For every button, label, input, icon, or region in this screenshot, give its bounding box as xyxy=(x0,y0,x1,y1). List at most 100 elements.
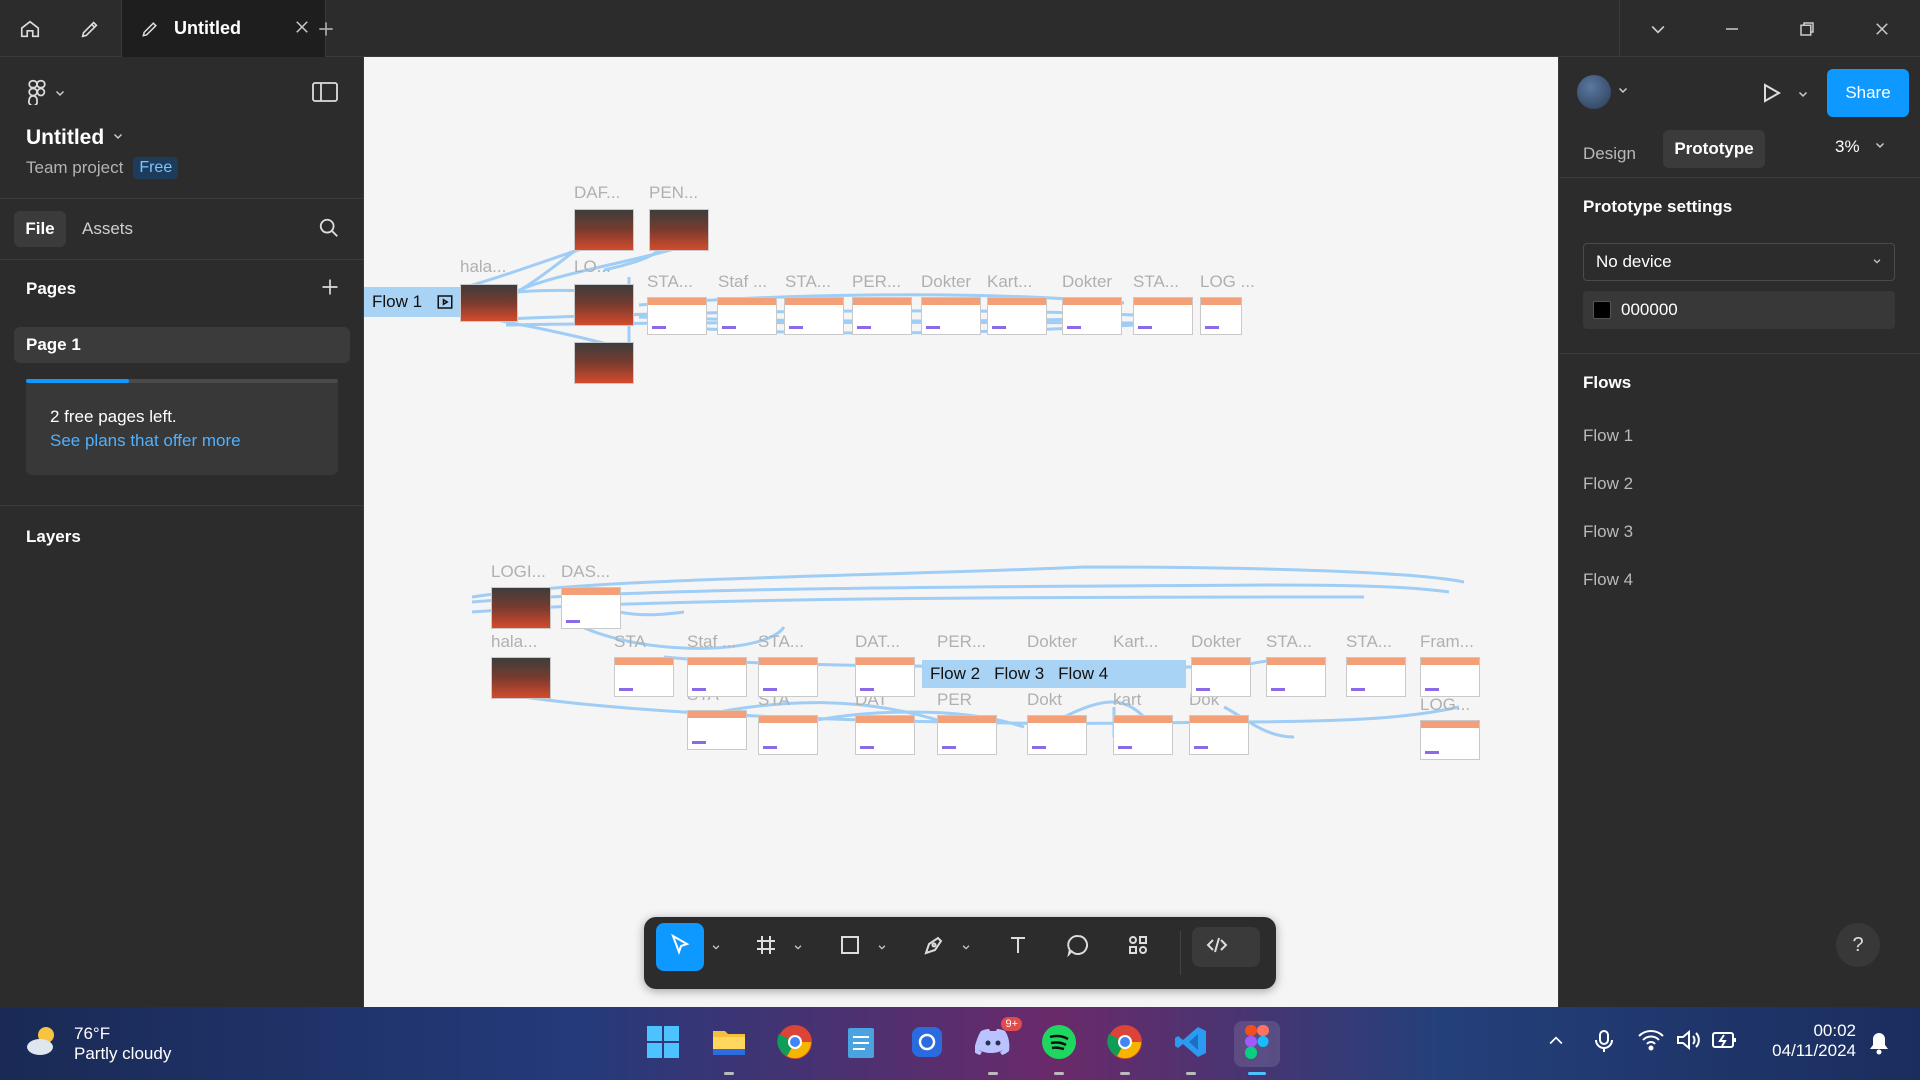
frame-thumbnail[interactable] xyxy=(987,297,1047,335)
comment-tool-button[interactable] xyxy=(1056,923,1100,971)
tab-file[interactable]: File xyxy=(14,211,66,247)
file-title-menu[interactable]: Untitled xyxy=(26,126,124,150)
dev-mode-toggle[interactable] xyxy=(1192,927,1260,967)
frame-thumbnail[interactable] xyxy=(1133,297,1193,335)
frame-thumbnail[interactable] xyxy=(1200,297,1242,335)
frame-thumbnail[interactable] xyxy=(1189,715,1249,755)
frame-thumbnail[interactable] xyxy=(687,710,747,750)
frame-thumbnail[interactable] xyxy=(784,297,844,335)
frame-thumbnail[interactable] xyxy=(937,715,997,755)
share-button[interactable]: Share xyxy=(1827,69,1909,117)
frame-thumbnail[interactable] xyxy=(1062,297,1122,335)
plan-badge[interactable]: Free xyxy=(133,157,179,179)
background-hex[interactable]: 000000 xyxy=(1621,300,1678,320)
notification-bell-icon[interactable] xyxy=(1868,1031,1890,1060)
frame-thumbnail[interactable] xyxy=(561,587,621,629)
frame-thumbnail[interactable] xyxy=(921,297,981,335)
flow-tag-3[interactable]: Flow 3 xyxy=(994,664,1044,684)
frame-thumbnail[interactable] xyxy=(717,297,777,335)
system-clock[interactable]: 00:02 04/11/2024 xyxy=(1756,1021,1856,1061)
chrome-app[interactable] xyxy=(772,1021,818,1067)
frame-thumbnail[interactable] xyxy=(855,657,915,697)
minimize-icon[interactable] xyxy=(1712,0,1752,57)
battery-charging-icon[interactable] xyxy=(1712,1031,1738,1054)
frame-thumbnail[interactable] xyxy=(1420,720,1480,760)
restore-window-icon[interactable] xyxy=(1787,0,1827,57)
chevron-down-icon[interactable] xyxy=(872,917,892,977)
spotify-app[interactable] xyxy=(1036,1021,1082,1075)
page-item-1[interactable]: Page 1 xyxy=(14,327,350,363)
move-tool-button[interactable] xyxy=(656,923,704,971)
tab-assets[interactable]: Assets xyxy=(82,211,133,247)
file-explorer-app[interactable] xyxy=(706,1021,752,1075)
volume-icon[interactable] xyxy=(1676,1029,1702,1056)
zoom-menu[interactable]: 3% xyxy=(1835,137,1886,157)
screen-capture-app[interactable] xyxy=(904,1021,950,1067)
weather-widget[interactable]: 76°F Partly cloudy xyxy=(24,1021,171,1066)
chrome-profile-app[interactable] xyxy=(1102,1021,1148,1075)
main-menu-button[interactable] xyxy=(26,79,66,110)
flow-tag-2[interactable]: Flow 2 xyxy=(930,664,980,684)
present-flow-icon[interactable] xyxy=(436,293,454,311)
pen-tool-button[interactable] xyxy=(912,923,956,971)
color-swatch[interactable] xyxy=(1593,301,1611,319)
flow-tag-1[interactable]: Flow 1 xyxy=(364,287,463,317)
wifi-icon[interactable] xyxy=(1638,1029,1664,1056)
frame-thumbnail[interactable] xyxy=(687,657,747,697)
frame-tool-button[interactable] xyxy=(744,923,788,971)
tab-prototype[interactable]: Prototype xyxy=(1663,130,1765,168)
chevron-down-icon[interactable] xyxy=(1797,87,1809,105)
frame-thumbnail[interactable] xyxy=(1266,657,1326,697)
frame-thumbnail[interactable] xyxy=(574,209,634,251)
flow-item-3[interactable]: Flow 3 xyxy=(1583,522,1633,542)
prototype-canvas[interactable]: Flow 1 DAF... PEN... hala... LO... STA..… xyxy=(364,57,1558,1007)
frame-thumbnail[interactable] xyxy=(491,587,551,629)
frame-thumbnail[interactable] xyxy=(1113,715,1173,755)
toggle-sidebar-icon[interactable] xyxy=(312,81,338,108)
flow-tag-4[interactable]: Flow 4 xyxy=(1058,664,1108,684)
drafts-pen-icon[interactable] xyxy=(70,0,110,57)
frame-thumbnail[interactable] xyxy=(855,715,915,755)
chevron-down-icon[interactable] xyxy=(788,917,808,977)
frame-thumbnail[interactable] xyxy=(574,342,634,384)
start-button[interactable] xyxy=(640,1021,686,1067)
frame-thumbnail[interactable] xyxy=(460,284,518,322)
background-color-field[interactable]: 000000 xyxy=(1583,291,1895,329)
chevron-down-icon[interactable] xyxy=(956,917,976,977)
close-window-icon[interactable] xyxy=(1862,0,1902,57)
frame-thumbnail[interactable] xyxy=(852,297,912,335)
flow-item-2[interactable]: Flow 2 xyxy=(1583,474,1633,494)
discord-app[interactable]: 9+ xyxy=(970,1017,1022,1075)
frame-thumbnail[interactable] xyxy=(758,657,818,697)
notepad-app[interactable] xyxy=(838,1021,884,1067)
figma-app[interactable] xyxy=(1234,1021,1280,1075)
add-page-icon[interactable] xyxy=(320,277,340,302)
frame-thumbnail[interactable] xyxy=(491,657,551,699)
tab-design[interactable]: Design xyxy=(1583,137,1636,171)
tab-untitled[interactable]: Untitled xyxy=(121,0,326,57)
search-icon[interactable] xyxy=(318,217,340,244)
rectangle-tool-button[interactable] xyxy=(828,923,872,971)
help-button[interactable]: ? xyxy=(1836,923,1880,967)
device-select[interactable]: No device xyxy=(1583,243,1895,281)
chevron-down-icon[interactable] xyxy=(1638,0,1678,57)
vscode-app[interactable] xyxy=(1168,1021,1214,1075)
flow-item-4[interactable]: Flow 4 xyxy=(1583,570,1633,590)
chevron-down-icon[interactable] xyxy=(706,917,726,977)
frame-thumbnail[interactable] xyxy=(1027,715,1087,755)
team-project-label[interactable]: Team project xyxy=(26,158,123,178)
see-plans-link[interactable]: See plans that offer more xyxy=(50,431,241,451)
frame-thumbnail[interactable] xyxy=(1346,657,1406,697)
microphone-icon[interactable] xyxy=(1594,1029,1614,1058)
frame-thumbnail[interactable] xyxy=(574,284,634,326)
new-tab-plus-icon[interactable] xyxy=(306,0,346,57)
frame-thumbnail[interactable] xyxy=(1420,657,1480,697)
flow-item-1[interactable]: Flow 1 xyxy=(1583,426,1633,446)
frame-thumbnail[interactable] xyxy=(1191,657,1251,697)
chevron-up-icon[interactable] xyxy=(1546,1031,1566,1056)
user-avatar-menu[interactable] xyxy=(1577,75,1629,109)
resources-tool-button[interactable] xyxy=(1116,923,1160,971)
text-tool-button[interactable] xyxy=(996,923,1040,971)
present-play-icon[interactable] xyxy=(1759,81,1783,110)
home-icon[interactable] xyxy=(10,0,50,57)
